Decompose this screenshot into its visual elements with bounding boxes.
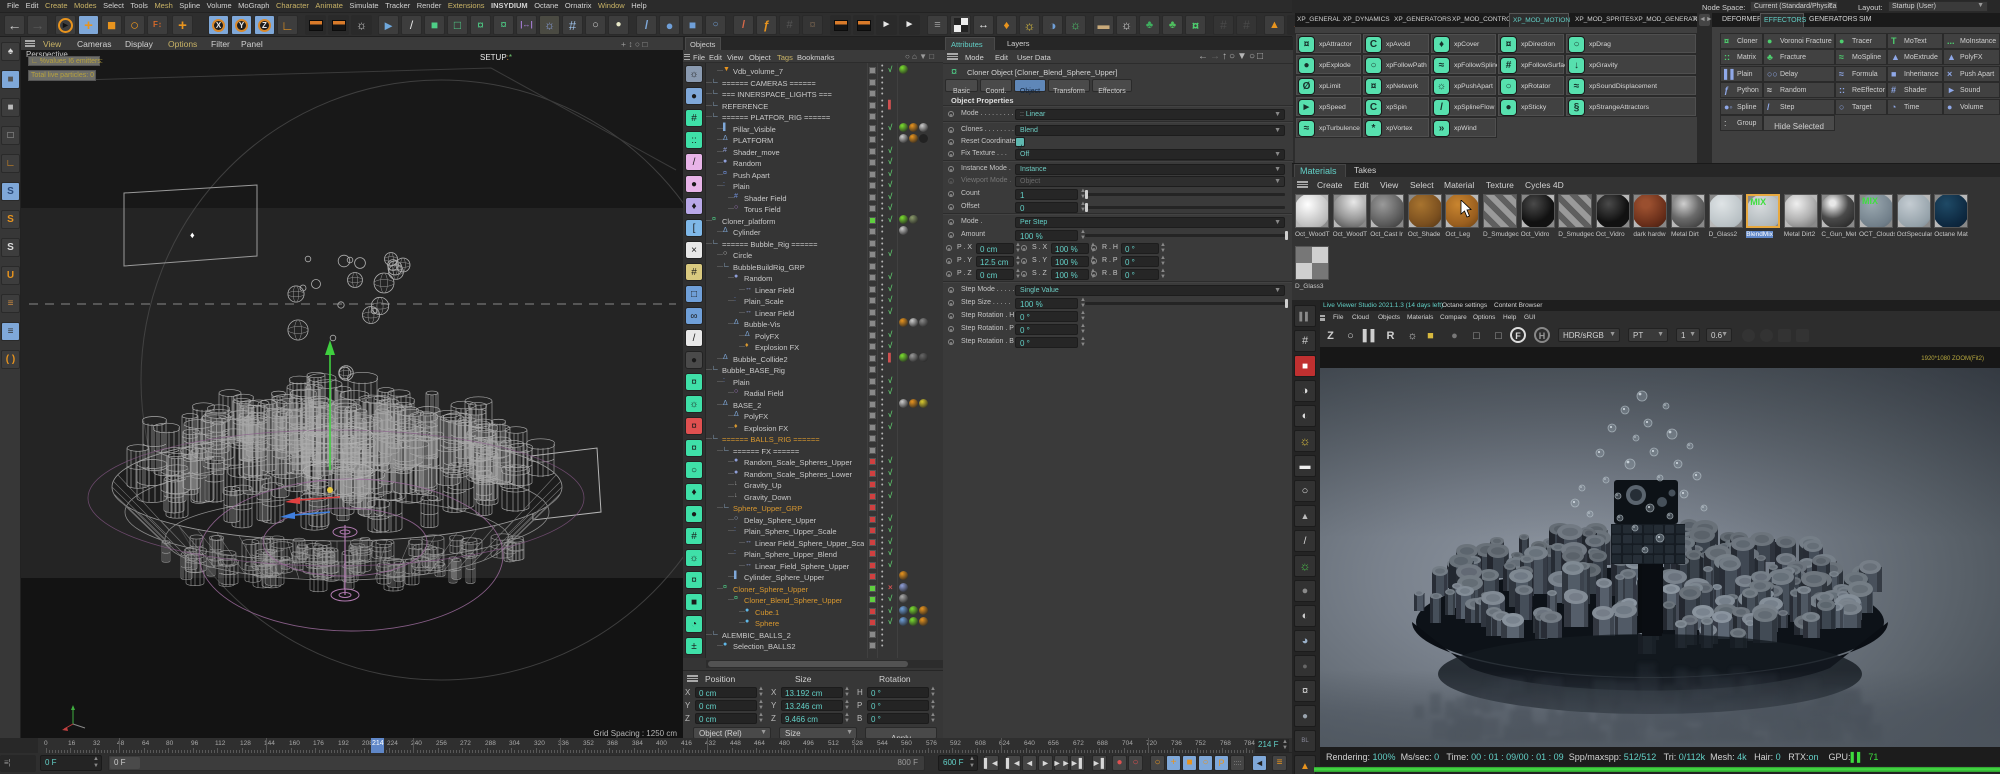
- svg-text:♦: ♦: [190, 230, 195, 240]
